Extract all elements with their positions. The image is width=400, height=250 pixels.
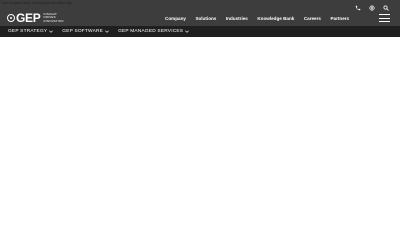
main-nav-industries[interactable]: Industries xyxy=(226,15,248,23)
chevron-down-icon xyxy=(49,30,54,33)
chevron-down-icon xyxy=(185,30,190,33)
search-icon[interactable] xyxy=(382,4,390,11)
gep-logo[interactable]: GEP INSIGHT DRIVES INNOVATION xyxy=(7,12,64,24)
video-fallback-notice: Your browser does not support the video … xyxy=(1,1,73,5)
sub-nav: GEP STRATEGY GEP SOFTWARE GEP MANAGED SE… xyxy=(0,26,400,37)
logo-tagline: INSIGHT DRIVES INNOVATION xyxy=(43,12,64,24)
sub-nav-label: GEP STRATEGY xyxy=(8,29,48,34)
utility-icons xyxy=(348,4,390,11)
sub-nav-gep-managed-services[interactable]: GEP MANAGED SERVICES xyxy=(118,26,190,37)
main-nav-company[interactable]: Company xyxy=(165,15,186,23)
main-nav-solutions[interactable]: Solutions xyxy=(195,15,216,23)
main-nav-partners[interactable]: Partners xyxy=(330,15,349,23)
chevron-down-icon xyxy=(105,30,109,33)
sub-nav-label: GEP MANAGED SERVICES xyxy=(118,29,184,34)
sub-nav-label: GEP SOFTWARE xyxy=(62,29,104,34)
phone-icon[interactable] xyxy=(354,4,362,11)
hamburger-bar xyxy=(379,14,390,15)
logo-mark-icon xyxy=(7,14,15,22)
main-content-area xyxy=(0,37,400,250)
logo-wordmark: GEP xyxy=(16,11,41,25)
main-nav-knowledge-bank[interactable]: Knowledge Bank xyxy=(257,15,294,23)
hamburger-bar xyxy=(379,17,390,19)
hamburger-menu-icon[interactable] xyxy=(379,14,390,22)
main-nav: Company Solutions Industries Knowledge B… xyxy=(165,15,359,23)
logo-tagline-line: INNOVATION xyxy=(43,18,64,23)
hamburger-bar xyxy=(379,21,390,22)
page: GEP INSIGHT DRIVES INNOVATION Company So… xyxy=(0,0,400,250)
sub-nav-gep-software[interactable]: GEP SOFTWARE xyxy=(62,26,109,37)
sub-nav-gep-strategy[interactable]: GEP STRATEGY xyxy=(8,26,54,37)
globe-icon[interactable] xyxy=(368,4,376,11)
main-nav-careers[interactable]: Careers xyxy=(304,15,321,23)
